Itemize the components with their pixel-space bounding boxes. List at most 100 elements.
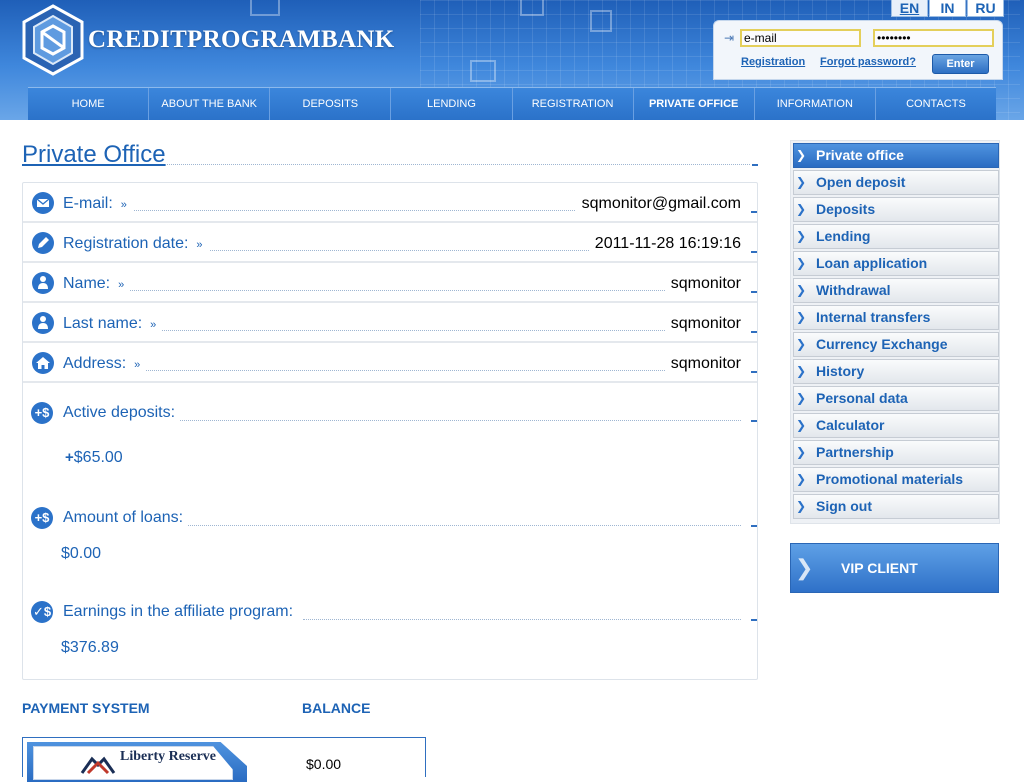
- chevron-right-icon: ❯: [796, 256, 807, 270]
- chevron-right-icon: ❯: [796, 499, 807, 513]
- nav-information[interactable]: INFORMATION: [755, 88, 876, 120]
- balance-header: BALANCE: [302, 700, 371, 716]
- sidebar-item-lending[interactable]: ❯ Lending: [793, 224, 999, 249]
- nav-contacts[interactable]: CONTACTS: [876, 88, 996, 120]
- page-title-bar: Private Office: [22, 141, 758, 169]
- payment-row: Liberty Reserve $0.00: [22, 737, 426, 782]
- profile-row-email: E-mail:» sqmonitor@gmail.com: [23, 183, 757, 223]
- sidebar-item-personal-data[interactable]: ❯ Personal data: [793, 386, 999, 411]
- address-value: sqmonitor: [664, 355, 741, 373]
- site-header: CREDITPROGRAMBANK EN IN RU ⇥ Registratio…: [0, 0, 1024, 120]
- profile-row-name: Name:» sqmonitor: [23, 263, 757, 303]
- divider: [123, 290, 741, 291]
- loans-label: Amount of loans:: [63, 509, 188, 527]
- last-name-value: sqmonitor: [664, 315, 741, 333]
- divider: [173, 420, 741, 421]
- name-value: sqmonitor: [664, 275, 741, 293]
- profile-panel: E-mail:» sqmonitor@gmail.com Registratio…: [22, 182, 758, 680]
- divider-tick: [751, 251, 757, 253]
- nav-about[interactable]: ABOUT THE BANK: [149, 88, 271, 120]
- payment-system-logo-frame: Liberty Reserve: [27, 742, 247, 782]
- login-arrow-icon: ⇥: [724, 31, 735, 45]
- payment-system-header: PAYMENT SYSTEM: [22, 700, 150, 716]
- divider-tick: [751, 619, 757, 621]
- user-icon: [32, 312, 54, 334]
- sidebar-menu: ❯ Private office ❯ Open deposit ❯ Deposits …: [790, 140, 1000, 524]
- nav-deposits[interactable]: DEPOSITS: [270, 88, 392, 120]
- liberty-reserve-logo: Liberty Reserve: [33, 746, 233, 780]
- name-label: Name:»: [63, 275, 131, 293]
- divider: [303, 619, 741, 620]
- divider: [123, 330, 741, 331]
- forgot-password-link[interactable]: Forgot password?: [820, 56, 916, 68]
- loans-amount: $0.00: [61, 545, 102, 562]
- pencil-icon: [32, 232, 54, 254]
- chevron-right-icon: ❯: [796, 202, 807, 216]
- divider-tick: [751, 525, 757, 527]
- sidebar-item-deposits[interactable]: ❯ Deposits: [793, 197, 999, 222]
- page-title: Private Office: [22, 141, 166, 169]
- active-deposits-label: Active deposits:: [63, 404, 180, 422]
- sidebar-item-private-office[interactable]: ❯ Private office: [793, 143, 999, 168]
- payment-system-name: Liberty Reserve: [120, 749, 217, 764]
- sidebar-item-promotional-materials[interactable]: ❯ Promotional materials: [793, 467, 999, 492]
- loan-plus-icon: +$: [31, 507, 53, 529]
- divider-tick: [751, 211, 757, 213]
- divider-tick: [751, 420, 757, 422]
- liberty-reserve-icon: [80, 756, 116, 775]
- last-name-label: Last name:»: [63, 315, 163, 333]
- lang-in[interactable]: IN: [929, 0, 966, 17]
- sidebar-item-internal-transfers[interactable]: ❯ Internal transfers: [793, 305, 999, 330]
- envelope-icon: [32, 192, 54, 214]
- logo[interactable]: CREDITPROGRAMBANK: [22, 4, 395, 76]
- affiliate-label: Earnings in the affiliate program:: [63, 603, 298, 621]
- sidebar-item-sign-out[interactable]: ❯ Sign out: [793, 494, 999, 519]
- brand-name: CREDITPROGRAMBANK: [88, 26, 395, 53]
- email-input[interactable]: [740, 29, 861, 47]
- login-form: ⇥ Registration Forgot password? Enter: [713, 20, 1003, 80]
- divider: [173, 525, 741, 526]
- active-deposits-amount[interactable]: +$65.00: [65, 449, 123, 467]
- header-decoration: [470, 60, 496, 82]
- chevron-right-icon: ❯: [796, 310, 807, 324]
- divider-tick: [751, 331, 757, 333]
- chevron-right-icon: ❯: [796, 445, 807, 459]
- sidebar-item-withdrawal[interactable]: ❯ Withdrawal: [793, 278, 999, 303]
- registration-date-value: 2011-11-28 16:19:16: [588, 235, 741, 253]
- registration-link[interactable]: Registration: [741, 56, 805, 68]
- sidebar-item-calculator[interactable]: ❯ Calculator: [793, 413, 999, 438]
- sidebar-item-partnership[interactable]: ❯ Partnership: [793, 440, 999, 465]
- chevron-right-icon: ❯: [795, 555, 814, 580]
- lang-ru[interactable]: RU: [967, 0, 1004, 17]
- nav-private-office[interactable]: PRIVATE OFFICE: [634, 88, 755, 120]
- payment-balance: $0.00: [306, 756, 342, 772]
- email-label: E-mail:»: [63, 195, 133, 213]
- password-input[interactable]: [873, 29, 994, 47]
- nav-lending[interactable]: LENDING: [391, 88, 513, 120]
- language-switcher: EN IN RU: [891, 0, 1005, 17]
- user-icon: [32, 272, 54, 294]
- header-decoration: [520, 0, 544, 16]
- nav-registration[interactable]: REGISTRATION: [513, 88, 634, 120]
- chevron-right-icon: ❯: [796, 364, 807, 378]
- enter-button[interactable]: Enter: [932, 54, 989, 74]
- logo-icon: [22, 4, 84, 76]
- sidebar-item-open-deposit[interactable]: ❯ Open deposit: [793, 170, 999, 195]
- chevron-right-icon: ❯: [796, 418, 807, 432]
- header-decoration: [590, 10, 612, 32]
- deposit-plus-icon: +$: [31, 402, 53, 424]
- address-label: Address:»: [63, 355, 147, 373]
- nav-home[interactable]: HOME: [28, 88, 150, 120]
- lang-en[interactable]: EN: [891, 0, 928, 17]
- sidebar-item-history[interactable]: ❯ History: [793, 359, 999, 384]
- chevron-right-icon: ❯: [796, 283, 807, 297]
- profile-row-address: Address:» sqmonitor: [23, 343, 757, 383]
- divider-tick: [752, 164, 758, 166]
- vip-client-button[interactable]: ❯ VIP CLIENT: [790, 543, 999, 593]
- chevron-right-icon: ❯: [796, 175, 807, 189]
- divider-tick: [751, 371, 757, 373]
- affiliate-amount: $376.89: [61, 639, 119, 656]
- sidebar-item-loan-application[interactable]: ❯ Loan application: [793, 251, 999, 276]
- sidebar-item-currency-exchange[interactable]: ❯ Currency Exchange: [793, 332, 999, 357]
- chevron-right-icon: ❯: [796, 337, 807, 351]
